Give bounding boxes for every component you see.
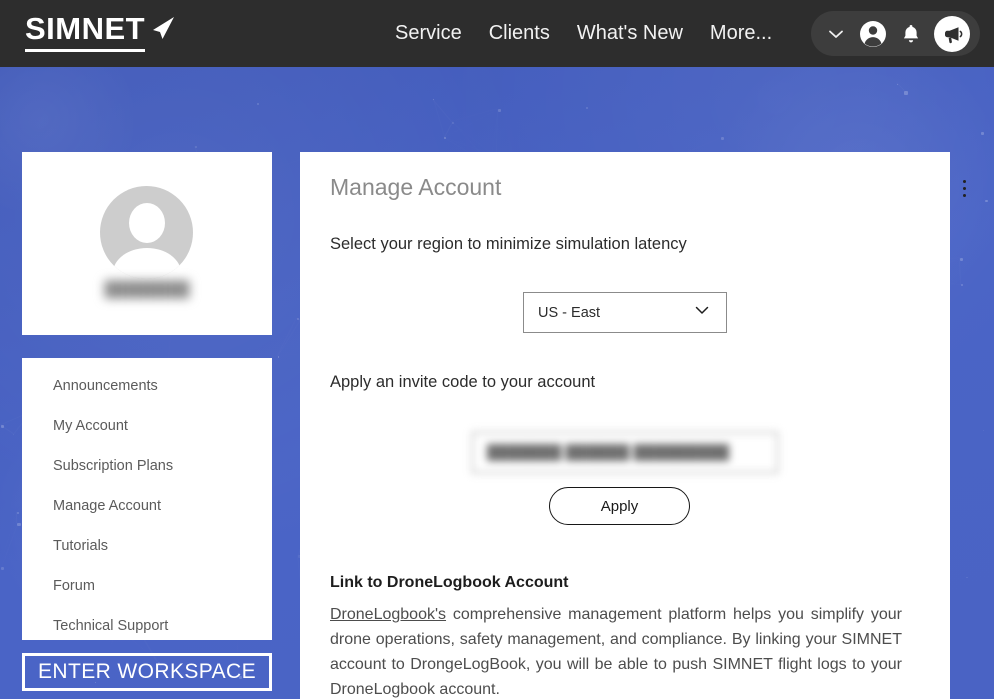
sidebar-item-my-account[interactable]: My Account xyxy=(22,406,272,446)
sidebar-item-technical-support[interactable]: Technical Support xyxy=(22,606,272,646)
sidebar-item-manage-account[interactable]: Manage Account xyxy=(22,486,272,526)
sidebar-item-tutorials[interactable]: Tutorials xyxy=(22,526,272,566)
sidebar-item-subscription-plans[interactable]: Subscription Plans xyxy=(22,446,272,486)
top-header-bar: SIMNET Service Clients What's New More..… xyxy=(0,0,994,67)
account-circle-icon[interactable] xyxy=(858,19,888,49)
region-select-value: US - East xyxy=(538,305,692,321)
background-link-line xyxy=(1,425,14,434)
bell-icon[interactable] xyxy=(899,22,923,46)
enter-workspace-button[interactable]: ENTER WORKSPACE xyxy=(22,653,272,691)
chevron-down-icon[interactable] xyxy=(825,23,847,45)
avatar xyxy=(100,186,193,279)
logo-text: SIMNET xyxy=(25,13,145,52)
paper-plane-icon xyxy=(147,13,177,43)
header-actions-pill xyxy=(811,11,980,56)
dronelogbook-section-title: Link to DroneLogbook Account xyxy=(330,574,569,592)
simnet-logo[interactable]: SIMNET xyxy=(25,13,177,52)
invite-code-label: Apply an invite code to your account xyxy=(330,373,595,392)
page-title: Manage Account xyxy=(330,174,501,201)
background-link-line xyxy=(432,99,497,111)
chevron-down-icon xyxy=(692,300,712,325)
dronelogbook-link[interactable]: DroneLogbook's xyxy=(330,606,446,623)
background-particle xyxy=(586,107,588,109)
avatar-body xyxy=(113,248,181,279)
region-select[interactable]: US - East xyxy=(523,292,727,333)
apply-button[interactable]: Apply xyxy=(549,487,690,525)
nav-item-whats-new[interactable]: What's New xyxy=(577,22,683,45)
background-link-line xyxy=(277,319,301,356)
region-label: Select your region to minimize simulatio… xyxy=(330,235,687,254)
background-particle xyxy=(966,577,968,579)
avatar-head xyxy=(129,203,165,243)
kebab-menu-icon[interactable] xyxy=(963,180,966,197)
background-particle xyxy=(983,430,984,431)
sidebar-item-forum[interactable]: Forum xyxy=(22,566,272,606)
sidebar-menu: Announcements My Account Subscription Pl… xyxy=(22,358,272,640)
manage-account-panel: Manage Account Select your region to min… xyxy=(300,152,950,699)
megaphone-icon[interactable] xyxy=(934,16,970,52)
dronelogbook-description: DroneLogbook's comprehensive management … xyxy=(330,602,902,699)
background-link-line xyxy=(433,98,445,137)
nav-item-more[interactable]: More... xyxy=(710,22,772,45)
invite-code-input[interactable] xyxy=(472,432,778,473)
profile-username: ████████ xyxy=(22,281,272,298)
nav-item-clients[interactable]: Clients xyxy=(489,22,550,45)
nav-item-service[interactable]: Service xyxy=(395,22,462,45)
sidebar-item-announcements[interactable]: Announcements xyxy=(22,366,272,406)
main-navigation: Service Clients What's New More... xyxy=(395,0,772,67)
